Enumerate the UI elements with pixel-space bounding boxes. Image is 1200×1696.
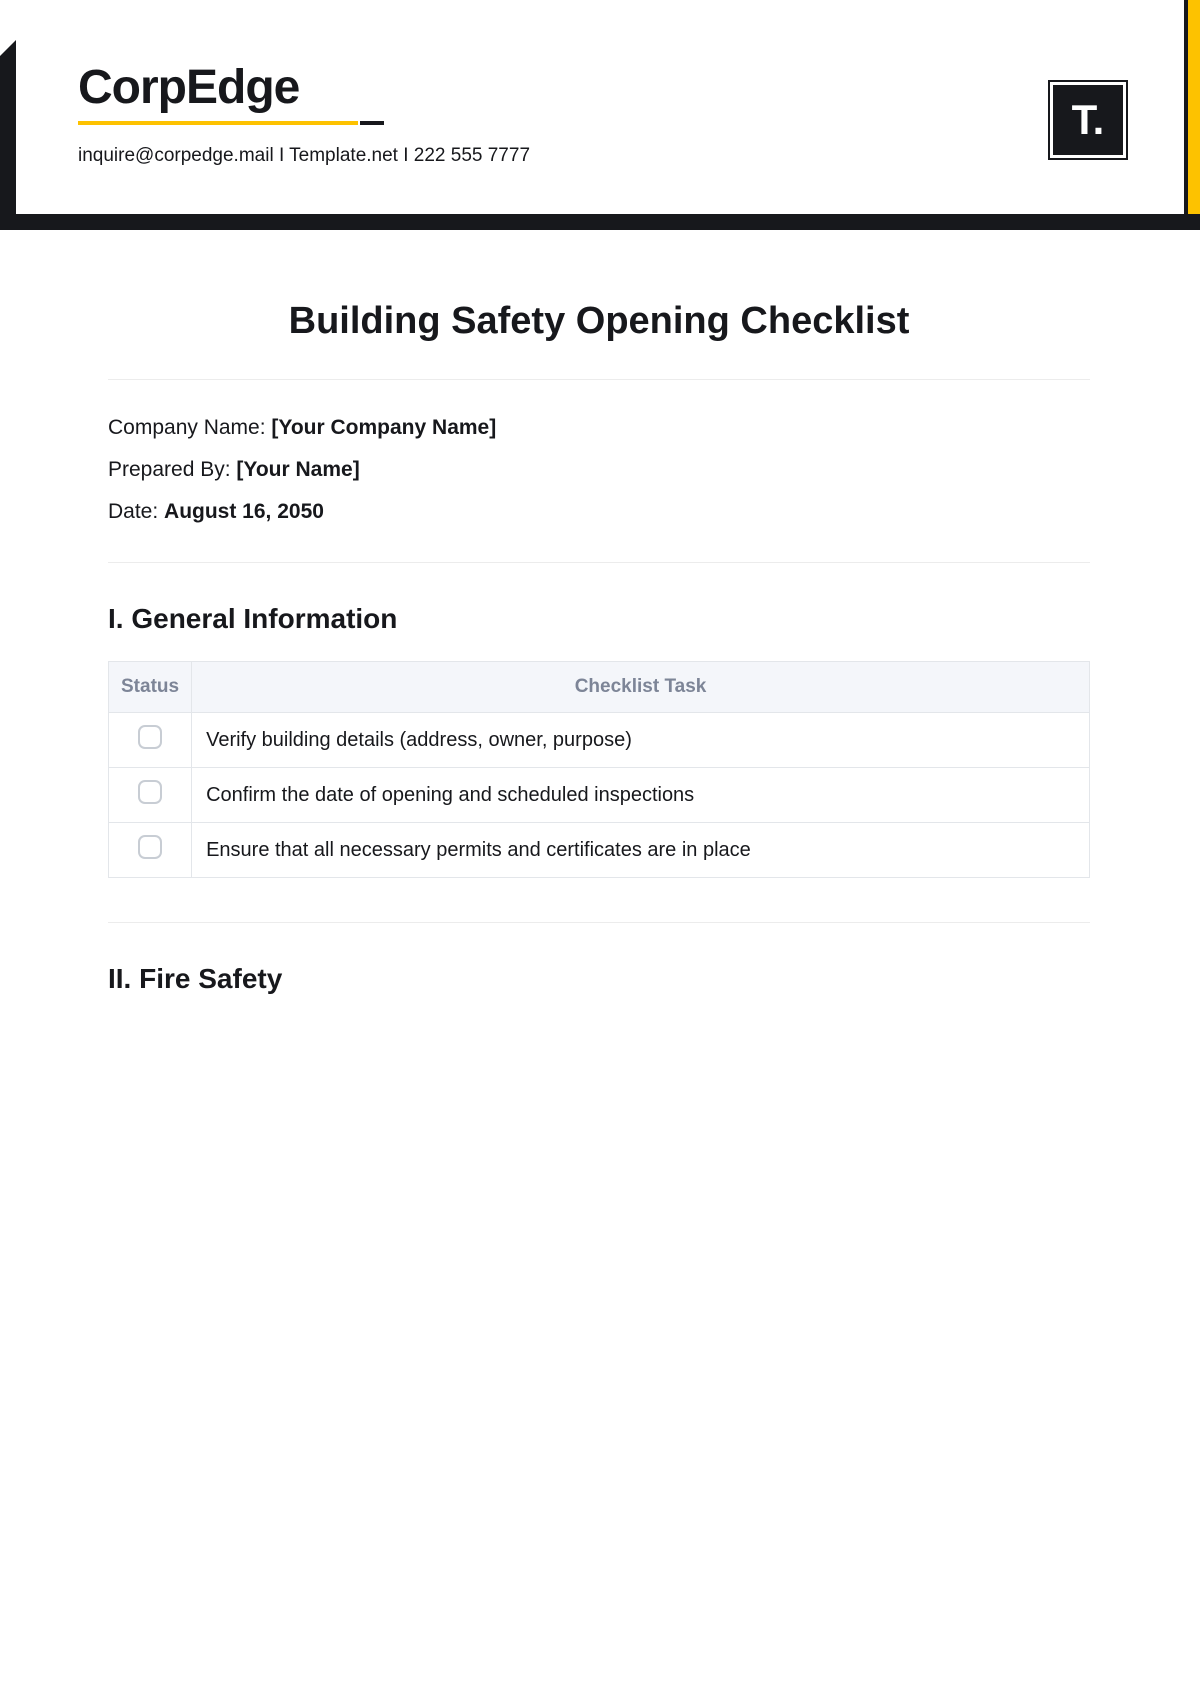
logo-text: T. <box>1072 96 1105 144</box>
checkbox-icon[interactable] <box>138 780 162 804</box>
document-body: Building Safety Opening Checklist Compan… <box>0 230 1200 1061</box>
meta-divider <box>108 562 1090 563</box>
table-row: Verify building details (address, owner,… <box>109 713 1090 768</box>
meta-company-name: Company Name: [Your Company Name] <box>108 416 1090 440</box>
meta-date: Date: August 16, 2050 <box>108 500 1090 524</box>
table-row: Confirm the date of opening and schedule… <box>109 768 1090 823</box>
meta-value: August 16, 2050 <box>164 500 324 523</box>
header-banner: CorpEdge inquire@corpedge.mail I Templat… <box>0 0 1200 230</box>
meta-label: Prepared By: <box>108 458 236 481</box>
section-heading-fire-safety: II. Fire Safety <box>108 963 1090 995</box>
task-cell: Confirm the date of opening and schedule… <box>192 768 1090 823</box>
meta-value: [Your Name] <box>236 458 359 481</box>
section-divider <box>108 922 1090 923</box>
document-title: Building Safety Opening Checklist <box>108 300 1090 343</box>
task-cell: Verify building details (address, owner,… <box>192 713 1090 768</box>
header-content: CorpEdge inquire@corpedge.mail I Templat… <box>16 0 1184 187</box>
meta-value: [Your Company Name] <box>271 416 496 439</box>
company-name: CorpEdge <box>78 60 1124 115</box>
status-cell <box>109 713 192 768</box>
task-cell: Ensure that all necessary permits and ce… <box>192 823 1090 878</box>
yellow-accent-stripe <box>1188 0 1200 214</box>
column-header-task: Checklist Task <box>192 662 1090 713</box>
table-row: Ensure that all necessary permits and ce… <box>109 823 1090 878</box>
section-heading-general-info: I. General Information <box>108 603 1090 635</box>
status-cell <box>109 823 192 878</box>
dark-underline-accent <box>360 121 384 125</box>
meta-block: Company Name: [Your Company Name] Prepar… <box>108 380 1090 562</box>
logo-box: T. <box>1050 82 1126 158</box>
status-cell <box>109 768 192 823</box>
checkbox-icon[interactable] <box>138 725 162 749</box>
checklist-table: Status Checklist Task Verify building de… <box>108 661 1090 878</box>
yellow-underline <box>78 121 358 125</box>
checkbox-icon[interactable] <box>138 835 162 859</box>
meta-label: Company Name: <box>108 416 271 439</box>
corner-cut-decoration <box>0 0 58 58</box>
meta-label: Date: <box>108 500 164 523</box>
meta-prepared-by: Prepared By: [Your Name] <box>108 458 1090 482</box>
contact-info: inquire@corpedge.mail I Template.net I 2… <box>78 145 1124 167</box>
column-header-status: Status <box>109 662 192 713</box>
header-underline <box>78 121 1124 125</box>
